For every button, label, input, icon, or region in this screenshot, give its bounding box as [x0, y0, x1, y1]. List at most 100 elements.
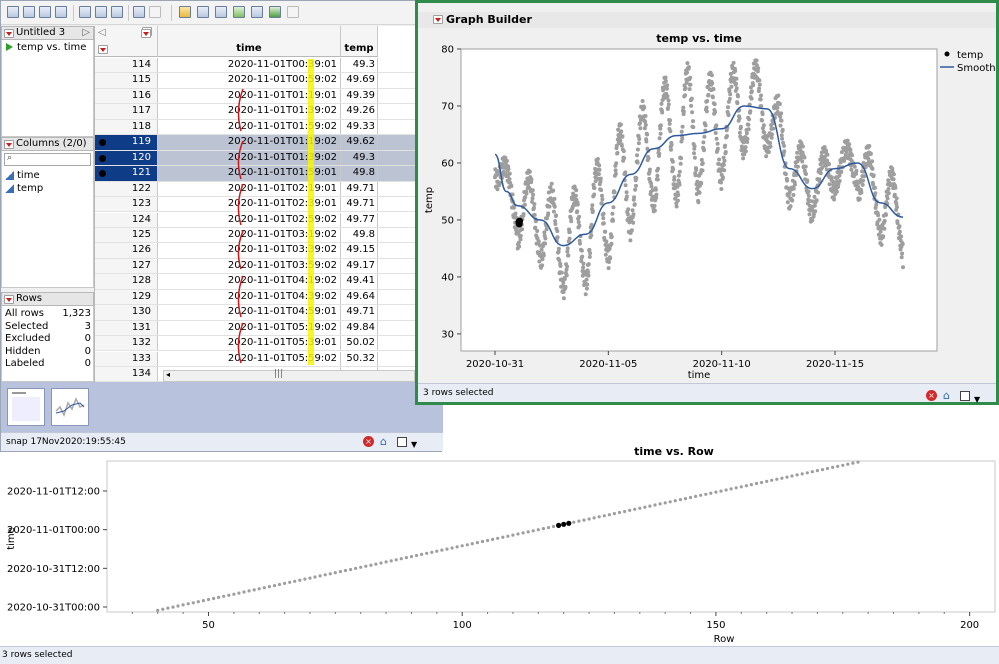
time-vs-row-chart[interactable]: time vs. Row 2020-10-31T00:00 2020-10-31T1… — [0, 440, 999, 646]
row-point — [831, 465, 835, 469]
temp-point — [577, 223, 582, 228]
temp-point — [733, 69, 738, 73]
temp-point — [683, 86, 688, 90]
temp-point — [812, 194, 817, 199]
temp-point — [549, 181, 554, 186]
scroll-left-icon[interactable]: ◂ — [166, 370, 170, 379]
temp-point — [540, 257, 545, 262]
close-icon[interactable]: × — [926, 390, 937, 401]
temp-point — [635, 147, 640, 152]
temp-point — [813, 209, 818, 214]
row-point — [237, 591, 241, 595]
temp-point — [535, 229, 540, 233]
temp-point — [689, 103, 694, 108]
row-point — [699, 493, 703, 497]
temp-point — [745, 136, 750, 141]
row-point — [465, 543, 469, 547]
temp-point — [876, 213, 881, 218]
temp-point — [782, 143, 786, 148]
temp-point — [894, 196, 899, 201]
temp-point — [761, 123, 766, 128]
row-point — [688, 495, 693, 500]
temp-point — [555, 229, 560, 234]
row-point — [633, 507, 637, 511]
temp-point — [635, 160, 640, 165]
red-triangle-icon[interactable] — [433, 15, 443, 24]
temp-point — [685, 61, 690, 66]
temp-point — [544, 227, 549, 232]
temp-point — [507, 171, 512, 176]
temp-point — [619, 129, 624, 134]
temp-point — [685, 70, 689, 75]
temp-vs-time-chart[interactable]: temp vs. time 30 40 50 60 70 80 2020-10-31 2020-… — [418, 28, 996, 380]
temp-point — [613, 171, 618, 176]
temp-point — [666, 105, 671, 110]
row-point — [267, 585, 271, 589]
temp-point — [543, 241, 548, 246]
temp-point — [555, 235, 560, 240]
temp-point — [611, 218, 616, 223]
temp-point — [590, 209, 595, 213]
row-point — [846, 462, 850, 466]
row-point — [440, 548, 444, 552]
row-point — [841, 463, 845, 467]
temp-point — [667, 121, 672, 126]
temp-point — [734, 76, 739, 81]
row-point — [475, 541, 479, 545]
scroll-thumb[interactable]: ||| — [274, 369, 283, 379]
temp-point — [806, 189, 811, 194]
temp-point — [703, 123, 708, 128]
temp-point — [522, 202, 527, 207]
row-point — [293, 579, 297, 583]
row-point — [379, 561, 383, 565]
row-point — [694, 494, 698, 498]
temp-point — [706, 92, 711, 97]
temp-point — [669, 147, 673, 152]
row-point — [171, 605, 175, 609]
row-point — [582, 518, 586, 522]
temp-point — [791, 186, 796, 191]
temp-point — [871, 173, 876, 178]
thumbnail-strip — [1, 382, 443, 432]
dropdown-arrow-icon[interactable]: ▼ — [974, 390, 980, 409]
temp-point — [509, 184, 514, 189]
temp-point — [776, 93, 781, 98]
thumbnail-2[interactable] — [51, 388, 89, 426]
temp-point — [659, 101, 664, 106]
window-list-icon[interactable] — [960, 391, 970, 401]
temp-point — [829, 175, 834, 180]
row-point — [825, 466, 830, 471]
row-point — [765, 479, 769, 483]
temp-point — [643, 114, 648, 118]
row-point — [247, 589, 251, 593]
row-point — [369, 563, 373, 567]
temp-point — [601, 216, 606, 221]
row-point — [359, 565, 363, 569]
row-point — [389, 559, 393, 563]
temp-point — [532, 205, 536, 210]
temp-point — [748, 109, 753, 114]
row-point — [430, 550, 434, 554]
temp-point — [807, 212, 812, 217]
temp-point — [631, 212, 636, 217]
thumbnail-1[interactable] — [7, 388, 45, 426]
graph-builder-header[interactable]: Graph Builder — [418, 12, 996, 28]
temp-point — [877, 217, 882, 222]
row-point — [308, 576, 312, 580]
row-point — [577, 519, 581, 523]
home-icon[interactable]: ⌂ — [943, 390, 950, 401]
horizontal-scrollbar[interactable]: ◂ ||| — [163, 369, 415, 382]
temp-point — [623, 170, 628, 175]
x-tick-label: 100 — [453, 620, 472, 631]
chart-title: temp vs. time — [656, 32, 742, 45]
temp-point — [553, 222, 558, 226]
temp-point — [592, 186, 597, 190]
row-point — [663, 501, 667, 505]
temp-point — [726, 113, 731, 118]
temp-point — [634, 183, 638, 188]
temp-point — [805, 178, 810, 183]
temp-point — [551, 209, 556, 214]
temp-point — [727, 96, 732, 101]
row-point — [343, 568, 348, 573]
temp-point — [862, 174, 867, 179]
